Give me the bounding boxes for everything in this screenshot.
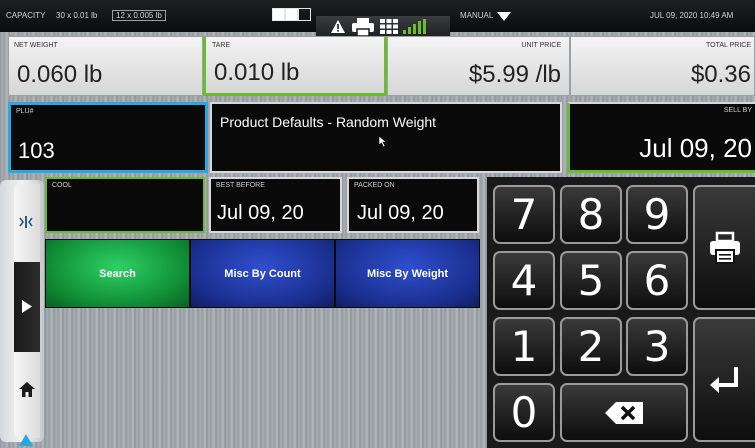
backspace-button[interactable] (560, 383, 688, 442)
scale-tab[interactable] (14, 184, 40, 262)
best-before-label: BEST BEFORE (216, 182, 265, 189)
key-1[interactable]: 1 (493, 317, 555, 376)
unit-price-field[interactable]: UNIT PRICE $5.99 /lb (387, 36, 570, 96)
cool-label: COOL (52, 182, 72, 189)
scale-icon (19, 216, 33, 228)
tare-value: 0.010 lb (214, 59, 300, 86)
packed-on-field[interactable]: PACKED ON Jul 09, 20 (347, 177, 479, 233)
sell-by-label: SELL BY (723, 107, 752, 114)
key-4[interactable]: 4 (493, 251, 555, 310)
chevron-down-icon[interactable] (497, 12, 511, 21)
printer-icon (352, 18, 374, 36)
capacity-range-1: 30 x 0.01 lb (56, 11, 98, 20)
print-button[interactable] (693, 185, 755, 310)
capacity-range-2: 12 x 0.005 lb (112, 10, 166, 21)
total-price-field[interactable]: TOTAL PRICE $0.36 (570, 36, 755, 96)
cool-field[interactable]: COOL (45, 177, 205, 233)
window-square-icon (285, 8, 298, 21)
tare-field[interactable]: TARE 0.010 lb (203, 36, 387, 96)
scroll-indicator-icon (19, 434, 33, 446)
misc-by-count-button[interactable]: Misc By Count (190, 239, 335, 308)
key-9[interactable]: 9 (626, 185, 688, 244)
signal-icon (403, 19, 426, 34)
misc-by-weight-button[interactable]: Misc By Weight (335, 239, 480, 308)
best-before-value: Jul 09, 20 (217, 202, 304, 224)
home-tab[interactable] (14, 352, 40, 438)
mode-label: MANUAL (460, 11, 494, 20)
sell-by-value: Jul 09, 20 (639, 133, 752, 163)
net-weight-value: 0.060 lb (17, 61, 103, 88)
grid-icon (380, 19, 398, 34)
net-weight-field[interactable]: NET WEIGHT 0.060 lb (8, 36, 203, 96)
best-before-field[interactable]: BEST BEFORE Jul 09, 20 (209, 177, 342, 233)
key-0[interactable]: 0 (493, 383, 555, 442)
sell-by-field[interactable]: SELL BY Jul 09, 20 (567, 102, 755, 173)
total-price-label: TOTAL PRICE (706, 42, 751, 49)
warning-icon (331, 20, 345, 33)
home-icon (19, 382, 35, 397)
backspace-icon (605, 401, 643, 424)
datetime: JUL 09, 2020 10:49 AM (650, 11, 734, 20)
printer-icon (710, 231, 740, 264)
window-square-icon (298, 8, 311, 21)
enter-button[interactable] (693, 317, 755, 442)
packed-on-label: PACKED ON (354, 182, 395, 189)
key-8[interactable]: 8 (560, 185, 622, 244)
cursor-icon (379, 136, 387, 147)
total-price-value: $0.36 (690, 61, 751, 88)
tare-label: TARE (212, 42, 231, 49)
play-tab[interactable] (14, 262, 40, 352)
plu-value: 103 (18, 138, 55, 163)
product-description-field[interactable]: Product Defaults - Random Weight (210, 102, 562, 173)
search-button[interactable]: Search (45, 239, 190, 308)
capacity-label: CAPACITY (6, 11, 46, 20)
key-5[interactable]: 5 (560, 251, 622, 310)
key-3[interactable]: 3 (626, 317, 688, 376)
packed-on-value: Jul 09, 20 (357, 202, 444, 224)
unit-price-label: UNIT PRICE (521, 42, 561, 49)
key-2[interactable]: 2 (560, 317, 622, 376)
play-icon (22, 300, 32, 313)
plu-label: PLU# (16, 108, 34, 115)
net-weight-label: NET WEIGHT (14, 42, 58, 49)
key-7[interactable]: 7 (493, 185, 555, 244)
product-description: Product Defaults - Random Weight (220, 114, 437, 130)
plu-field[interactable]: PLU# 103 (8, 102, 208, 173)
key-6[interactable]: 6 (626, 251, 688, 310)
enter-icon (710, 366, 738, 393)
window-square-icon (272, 8, 285, 21)
unit-price-value: $5.99 /lb (468, 61, 561, 88)
